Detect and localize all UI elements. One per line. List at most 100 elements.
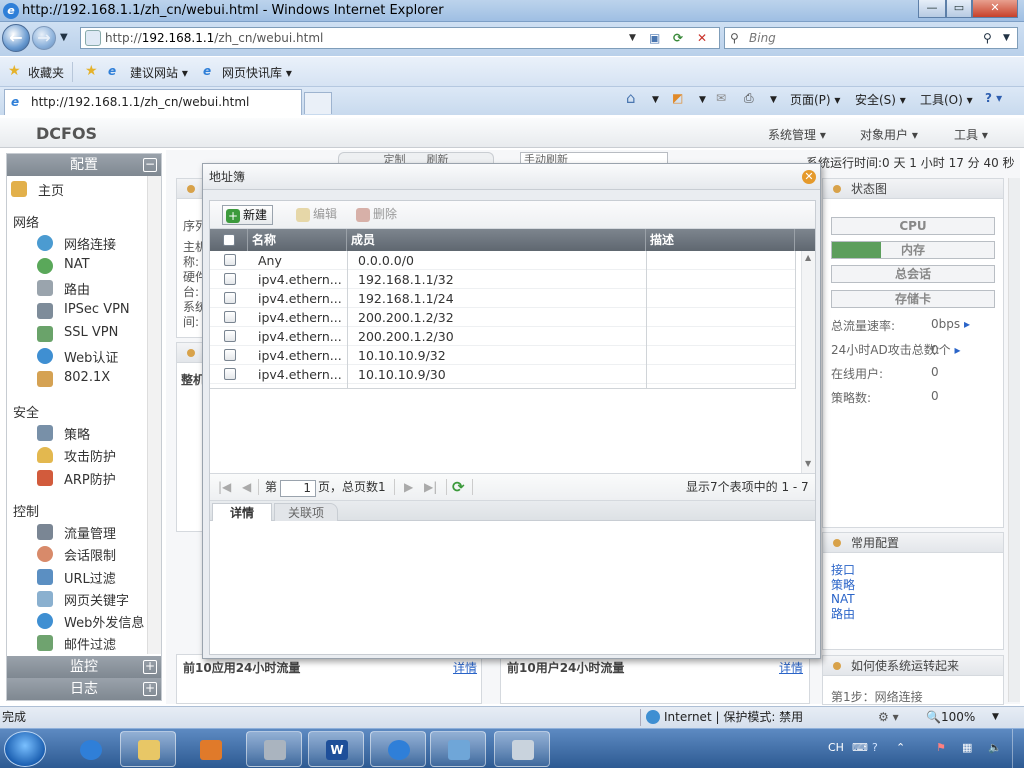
zoom-level[interactable]: 🔍100% xyxy=(926,707,975,728)
recent-pages-dropdown[interactable]: ▼ xyxy=(60,32,68,43)
help-icon[interactable]: ? xyxy=(872,741,878,754)
network-icon[interactable]: ▦ xyxy=(962,741,972,754)
collapse-icon[interactable]: − xyxy=(143,158,157,172)
sidebar-item-network-connection[interactable]: 网络连接 xyxy=(37,234,116,253)
expand-icon[interactable]: + xyxy=(143,660,157,674)
expand-icon[interactable]: + xyxy=(143,682,157,696)
sidebar-scrollbar[interactable] xyxy=(147,176,161,654)
home-icon[interactable]: ⌂ xyxy=(626,89,636,107)
column-name[interactable]: 名称 xyxy=(248,229,347,251)
dialog-close-icon[interactable]: ✕ xyxy=(802,170,816,184)
row-checkbox[interactable] xyxy=(224,349,236,361)
sidebar-config-header[interactable]: 配置 − xyxy=(7,154,161,176)
content-scrollbar[interactable] xyxy=(1008,178,1020,702)
row-checkbox[interactable] xyxy=(224,368,236,380)
sidebar-item-keyword[interactable]: 网页关键字 xyxy=(37,590,129,609)
zoom-dropdown-icon[interactable]: ▼ xyxy=(992,707,999,728)
add-favorite-icon[interactable]: ★ xyxy=(85,63,98,79)
keyboard-icon[interactable]: ⌨ xyxy=(852,741,868,754)
link-nat[interactable]: NAT xyxy=(831,592,855,607)
address-dropdown-icon[interactable]: ▼ xyxy=(629,28,636,48)
sidebar-item-url-filter[interactable]: URL过滤 xyxy=(37,568,116,587)
taskbar-ie-active[interactable] xyxy=(370,731,426,767)
scroll-up-icon[interactable]: ▲ xyxy=(805,253,811,262)
feeds-dropdown-icon[interactable]: ▼ xyxy=(699,95,706,105)
action-center-icon[interactable]: ⚑ xyxy=(936,741,946,754)
row-checkbox[interactable] xyxy=(224,311,236,323)
sidebar-item-nat[interactable]: NAT xyxy=(37,257,90,274)
stop-icon[interactable]: ✕ xyxy=(697,28,707,48)
address-bar[interactable]: http://192.168.1.1/zh_cn/webui.html ▼ ▣ … xyxy=(80,27,720,49)
last-page-icon[interactable]: ▶| xyxy=(424,474,437,500)
dialog-title-bar[interactable]: 地址簿 ✕ xyxy=(203,164,820,190)
first-page-icon[interactable]: |◀ xyxy=(218,474,231,500)
table-row[interactable]: ipv4.ethern... 192.168.1.1/32 xyxy=(210,270,796,289)
minimize-button[interactable]: — xyxy=(918,0,946,18)
sidebar-log-header[interactable]: 日志 + xyxy=(7,678,161,700)
sidebar-monitor-header[interactable]: 监控 + xyxy=(7,656,161,678)
safety-menu[interactable]: 安全(S) ▾ xyxy=(855,91,906,108)
table-row[interactable]: ipv4.ethern... 10.10.10.9/32 xyxy=(210,346,796,365)
taskbar-photo-viewer[interactable] xyxy=(430,731,486,767)
search-dropdown-icon[interactable]: ▼ xyxy=(1003,28,1010,48)
sidebar-item-ipsec-vpn[interactable]: IPSec VPN xyxy=(37,302,130,319)
sidebar-item-attack-defense[interactable]: 攻击防护 xyxy=(37,446,116,465)
zoom-settings-icon[interactable]: ⚙ ▾ xyxy=(878,707,899,728)
taskbar-explorer[interactable] xyxy=(120,731,176,767)
new-button[interactable]: + 新建 xyxy=(222,205,274,225)
taskbar-media-player[interactable] xyxy=(182,731,238,767)
new-tab-button[interactable] xyxy=(304,92,332,114)
forward-button[interactable]: → xyxy=(32,26,56,50)
help-menu[interactable]: ? ▾ xyxy=(985,91,1002,105)
maximize-button[interactable]: ▭ xyxy=(946,0,972,18)
sidebar-item-web-auth[interactable]: Web认证 xyxy=(37,347,118,366)
tab-related[interactable]: 关联项 xyxy=(274,503,338,521)
input-language[interactable]: CH xyxy=(828,741,844,754)
home-dropdown-icon[interactable]: ▼ xyxy=(652,95,659,105)
sidebar-item-mail-filter[interactable]: 邮件过滤 xyxy=(37,634,116,653)
web-slice-gallery-link[interactable]: 网页快讯库 ▾ xyxy=(222,64,292,81)
object-user-menu[interactable]: 对象用户 ▾ xyxy=(860,126,918,143)
close-window-button[interactable]: ✕ xyxy=(972,0,1018,18)
refresh-icon[interactable]: ⟳ xyxy=(673,28,683,48)
zone-text[interactable]: Internet | 保护模式: 禁用 xyxy=(664,707,803,728)
table-row[interactable]: ipv4.ethern... 192.168.1.1/24 xyxy=(210,289,796,308)
sidebar-item-route[interactable]: 路由 xyxy=(37,279,90,298)
page-menu[interactable]: 页面(P) ▾ xyxy=(790,91,840,108)
mail-icon[interactable]: ✉ xyxy=(716,91,726,105)
print-dropdown-icon[interactable]: ▼ xyxy=(770,95,777,105)
grid-scrollbar[interactable]: ▲ ▼ xyxy=(801,251,815,473)
taskbar-word[interactable]: W xyxy=(308,731,364,767)
show-desktop-button[interactable] xyxy=(1012,729,1024,768)
print-icon[interactable]: ⎙ xyxy=(744,91,754,106)
back-button[interactable]: ← xyxy=(2,24,30,52)
taskbar-ie-pinned[interactable] xyxy=(62,731,118,767)
tab-details[interactable]: 详情 xyxy=(212,503,272,521)
next-page-icon[interactable]: ▶ xyxy=(404,474,413,500)
top10-users-details-link[interactable]: 详情 xyxy=(779,659,803,676)
link-route[interactable]: 路由 xyxy=(831,607,855,622)
table-row[interactable]: ipv4.ethern... 200.200.1.2/30 xyxy=(210,327,796,346)
start-button[interactable] xyxy=(4,731,46,767)
row-checkbox[interactable] xyxy=(224,292,236,304)
favorites-button[interactable]: 收藏夹 xyxy=(28,64,64,81)
delete-button[interactable]: 删除 xyxy=(356,205,397,225)
row-checkbox[interactable] xyxy=(224,330,236,342)
stat-attacks-value[interactable]: 0个 ▸ xyxy=(931,341,960,358)
sidebar-item-traffic-management[interactable]: 流量管理 xyxy=(37,523,116,542)
table-row[interactable]: ipv4.ethern... 200.200.1.2/32 xyxy=(210,308,796,327)
row-checkbox[interactable] xyxy=(224,254,236,266)
sidebar-item-home[interactable]: 主页 xyxy=(11,180,64,199)
taskbar-app-1[interactable] xyxy=(246,731,302,767)
link-policy[interactable]: 策略 xyxy=(831,578,855,593)
search-icon[interactable]: ⚲ xyxy=(983,28,992,48)
search-box[interactable]: ⚲ Bing ⚲ ▼ xyxy=(724,27,1018,49)
taskbar-app-2[interactable] xyxy=(494,731,550,767)
sidebar-item-ssl-vpn[interactable]: SSL VPN xyxy=(37,325,118,342)
system-management-menu[interactable]: 系统管理 ▾ xyxy=(768,126,826,143)
sidebar-item-8021x[interactable]: 802.1X xyxy=(37,370,110,387)
tools-menu[interactable]: 工具(O) ▾ xyxy=(920,91,973,108)
page-number-input[interactable]: 1 xyxy=(280,480,316,497)
select-all-checkbox[interactable] xyxy=(223,234,235,246)
volume-icon[interactable]: 🔈 xyxy=(988,741,1002,754)
